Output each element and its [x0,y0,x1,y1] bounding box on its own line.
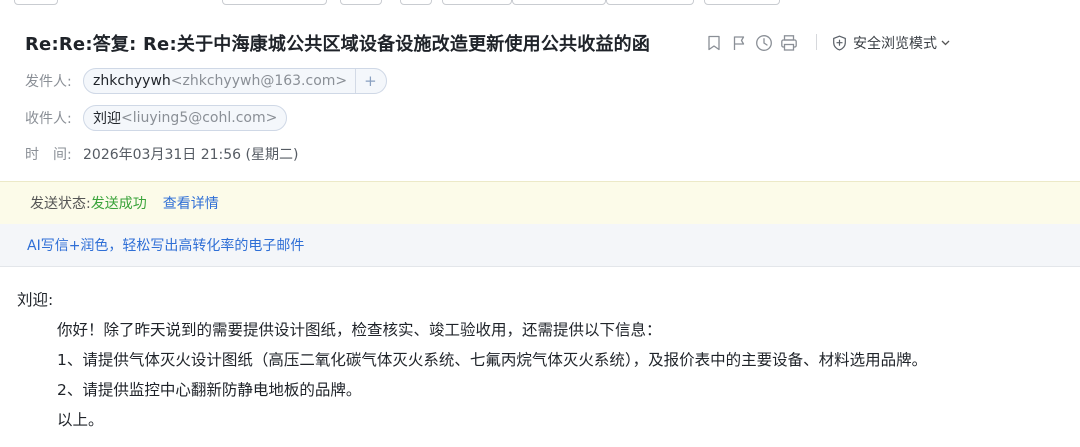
toolbar-button[interactable] [340,0,382,5]
view-details-link[interactable]: 查看详情 [163,193,219,213]
send-status-label: 发送状态: [30,196,91,212]
toolbar-button[interactable] [512,0,606,5]
toolbar-divider [816,34,817,50]
flag-icon[interactable] [728,32,750,54]
time-row: 时 间: 2026年03月31日 21:56 (星期二) [25,141,298,167]
email-subject: Re:Re:答复: Re:关于中海康城公共区域设备设施改造更新使用公共收益的函 [25,34,651,55]
from-label: 发件人: [25,74,72,90]
shield-icon [833,35,846,51]
from-row: 发件人: zhkchyywh <zhkchyywh@163.com> + [25,68,387,94]
time-label: 时 间: [25,147,72,163]
body-line: 1、请提供气体灭火设计图纸（高压二氧化碳气体灭火系统、七氟丙烷气体灭火系统），及… [57,351,928,369]
toolbar-button[interactable] [442,0,512,5]
safe-browse-mode-dropdown[interactable]: 安全浏览模式 [832,31,956,55]
to-row: 收件人: 刘迎 <liuying5@cohl.com> [25,105,288,131]
ai-promo-link[interactable]: AI写信+润色，轻松写出高转化率的电子邮件 [27,235,304,255]
toolbar-button[interactable] [14,0,58,5]
to-label: 收件人: [25,111,72,127]
sender-name: zhkchyywh [93,73,171,89]
top-toolbar-remnant [0,0,1080,8]
recipient-email: <liuying5@cohl.com> [121,110,278,126]
send-status-value: 发送成功 [90,196,147,212]
send-status-bar: 发送状态: 发送成功 查看详情 [0,181,1080,224]
body-line: 2、请提供监控中心翻新防静电地板的品牌。 [57,381,362,399]
subject-actions [703,32,803,54]
email-body: 刘迎: 你好！除了昨天说到的需要提供设计图纸，检查核实、竣工验收用，还需提供以下… [17,285,927,435]
sent-time: 2026年03月31日 21:56 (星期二) [83,147,299,163]
sender-email: <zhkchyywh@163.com> [170,73,348,89]
safe-mode-label: 安全浏览模式 [853,36,937,52]
add-contact-icon[interactable]: + [355,69,377,93]
recipient-name: 刘迎 [93,111,121,127]
body-line: 以上。 [57,411,104,429]
toolbar-button[interactable] [400,0,432,5]
toolbar-button[interactable] [222,0,327,5]
toolbar-button[interactable] [606,0,694,5]
ai-promo-bar: AI写信+润色，轻松写出高转化率的电子邮件 [0,224,1080,267]
clock-icon[interactable] [753,32,775,54]
chevron-down-icon [941,38,956,49]
bookmark-icon[interactable] [703,32,725,54]
body-greeting: 刘迎: [17,291,54,309]
body-line: 你好！除了昨天说到的需要提供设计图纸，检查核实、竣工验收用，还需提供以下信息： [57,321,662,339]
subject-row: Re:Re:答复: Re:关于中海康城公共区域设备设施改造更新使用公共收益的函 [25,30,650,56]
recipient-chip[interactable]: 刘迎 <liuying5@cohl.com> [83,105,288,131]
print-icon[interactable] [778,32,800,54]
toolbar-button[interactable] [704,0,780,5]
sender-chip[interactable]: zhkchyywh <zhkchyywh@163.com> + [83,68,387,94]
